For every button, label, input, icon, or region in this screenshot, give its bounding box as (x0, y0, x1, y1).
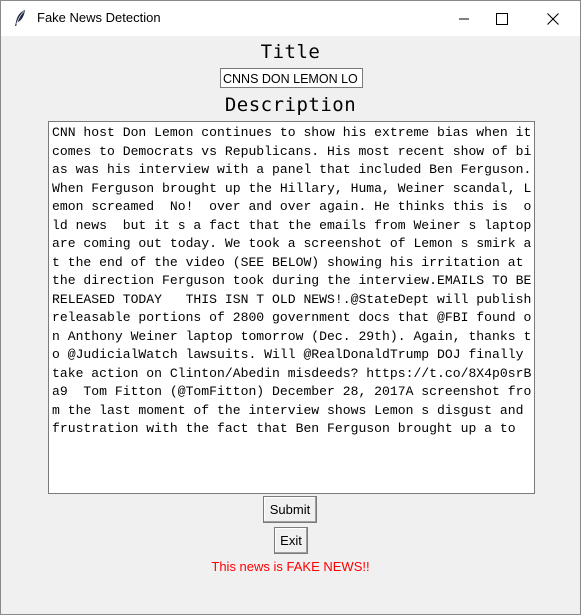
result-message: This news is FAKE NEWS!! (211, 559, 370, 574)
minimize-icon (459, 18, 469, 19)
window-title: Fake News Detection (37, 10, 161, 25)
maximize-icon (496, 12, 508, 25)
title-label: Title (260, 41, 321, 63)
exit-button[interactable]: Exit (274, 527, 308, 554)
app-window: Fake News Detection Title Description CN… (0, 0, 581, 615)
close-button[interactable] (530, 1, 576, 36)
close-icon (547, 12, 559, 25)
maximize-button[interactable] (479, 1, 525, 36)
feather-icon (12, 9, 28, 27)
description-textarea[interactable]: CNN host Don Lemon continues to show his… (48, 121, 535, 494)
title-input[interactable] (220, 68, 363, 88)
description-label: Description (224, 94, 357, 116)
submit-button[interactable]: Submit (263, 496, 317, 523)
title-bar: Fake News Detection (1, 1, 580, 36)
